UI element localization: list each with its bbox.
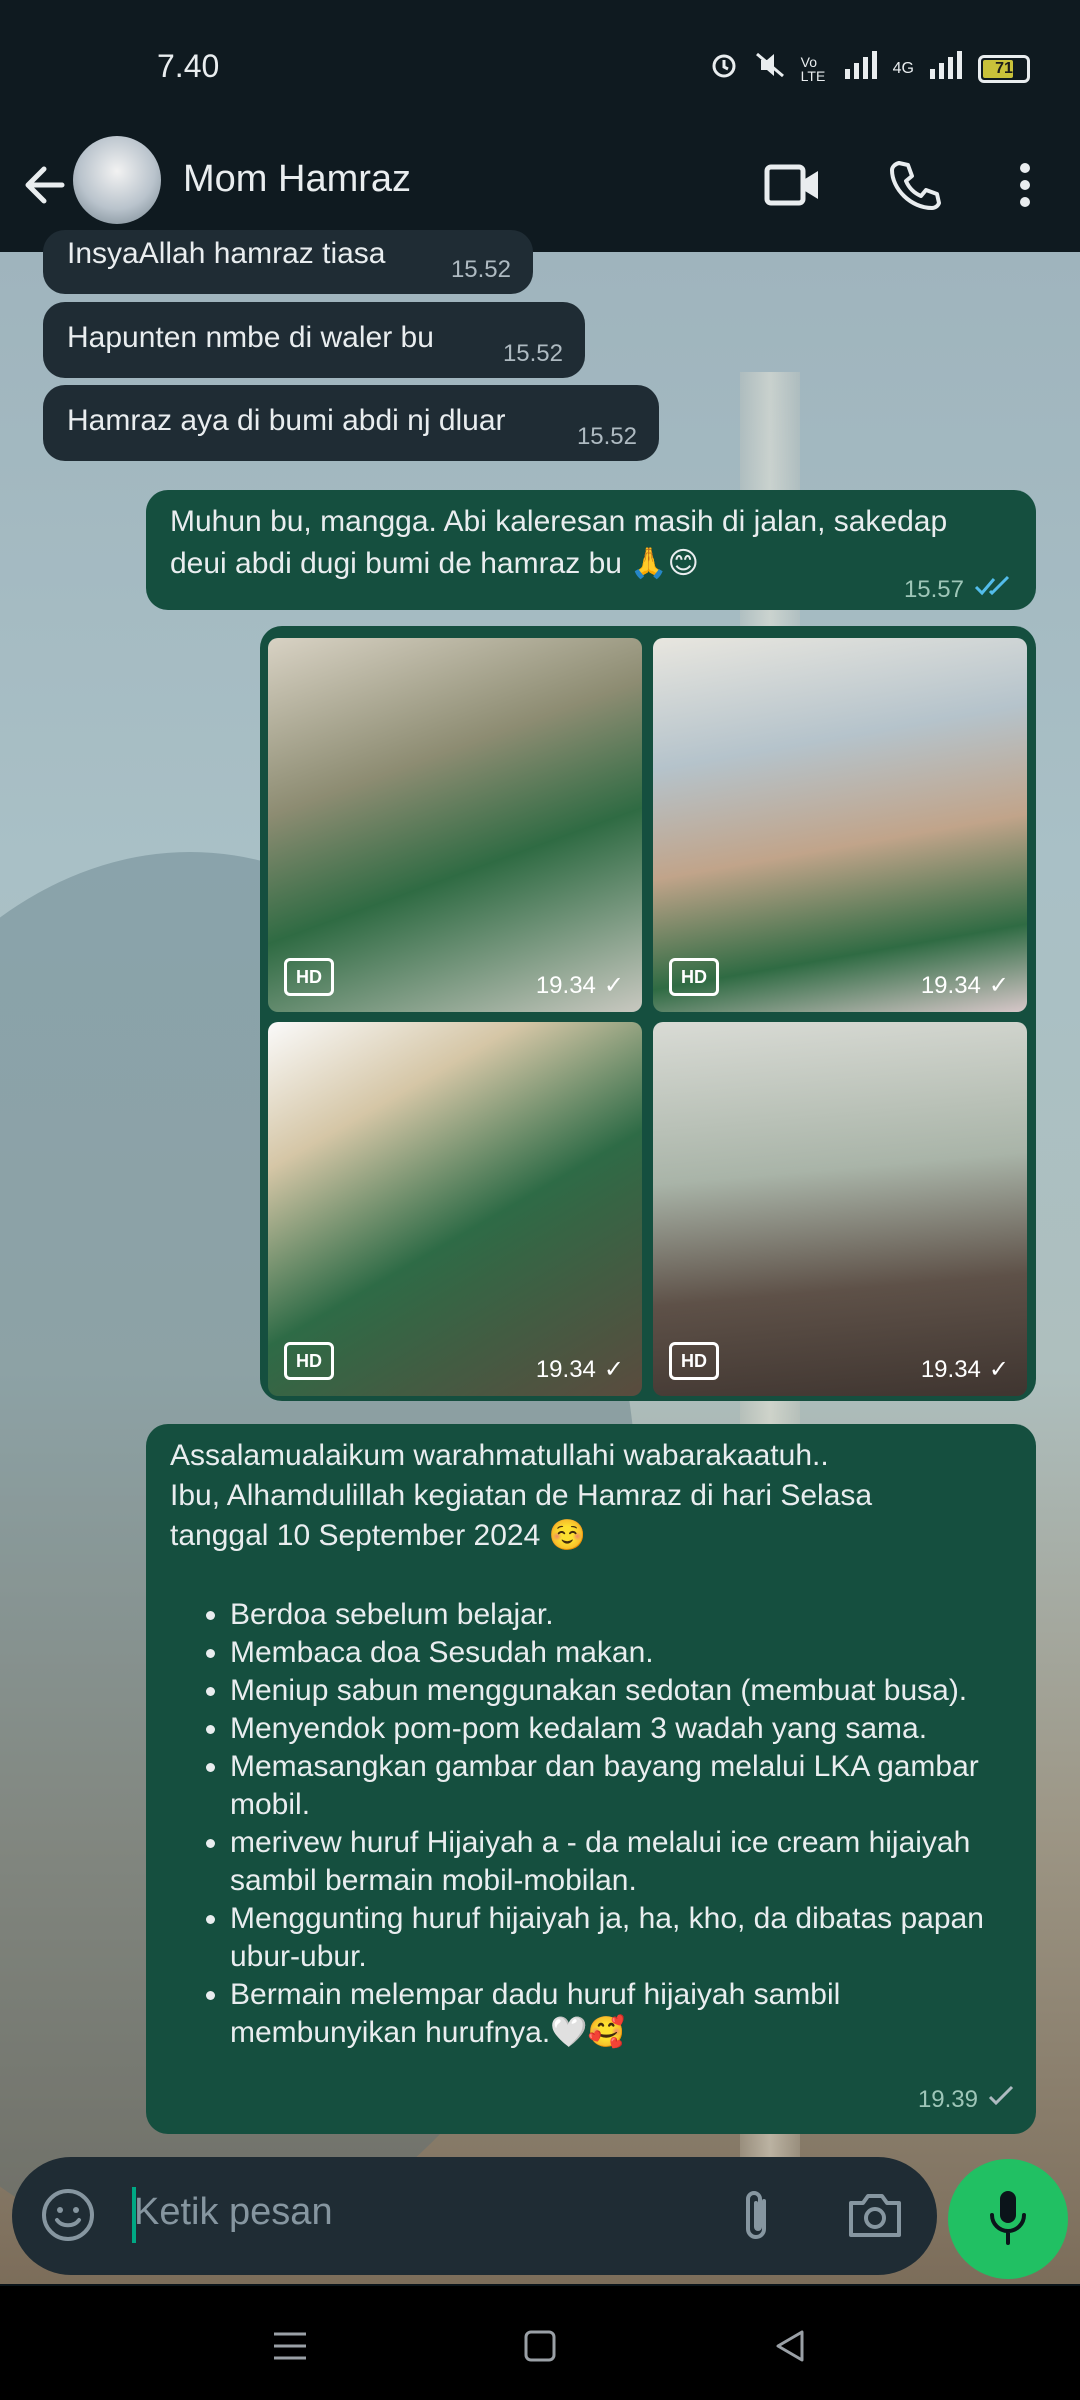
photo-time: 19.34 ✓ — [535, 971, 624, 1000]
message-text-line1: Muhun bu, mangga. Abi kaleresan masih di… — [170, 505, 948, 538]
outgoing-report-message[interactable]: Assalamualaikum warahmatullahi wabarakaa… — [146, 1424, 1036, 2134]
report-body: Assalamualaikum warahmatullahi wabarakaa… — [170, 1436, 996, 2052]
photo-thumbnail[interactable]: HD 19.34 ✓ — [268, 1022, 642, 1396]
message-text: Hamraz aya di bumi abdi nj dluar — [67, 404, 506, 437]
photo-thumbnail[interactable]: HD 19.34 ✓ — [653, 638, 1027, 1012]
hd-badge: HD — [669, 1342, 719, 1380]
list-item: Membaca doa Sesudah makan. — [230, 1634, 996, 1672]
activity-list: Berdoa sebelum belajar. Membaca doa Sesu… — [170, 1596, 996, 2052]
battery-icon: 71 — [978, 54, 1030, 83]
message-time: 15.52 — [450, 256, 511, 283]
microphone-icon — [988, 2189, 1028, 2250]
network-type: 4G — [892, 59, 914, 77]
list-item: Memasangkan gambar dan bayang melalui LK… — [230, 1748, 996, 1824]
list-item: Berdoa sebelum belajar. — [230, 1596, 996, 1634]
message-status: 15.57 — [904, 570, 1014, 610]
signal-icon — [843, 51, 879, 86]
report-greeting: Assalamualaikum warahmatullahi wabarakaa… — [170, 1439, 829, 1472]
mute-icon — [753, 50, 787, 87]
message-text: InsyaAllah hamraz tiasa — [67, 237, 386, 270]
back-arrow-icon[interactable] — [20, 150, 70, 220]
image-album[interactable]: HD 19.34 ✓ HD 19.34 ✓ HD 19.34 ✓ HD 19.34 ✓ — [260, 626, 1036, 1401]
signal-icon-2 — [928, 51, 964, 86]
check-icon: ✓ — [988, 972, 1009, 999]
recents-icon[interactable] — [260, 2316, 320, 2376]
message-text: Hapunten nmbe di waler bu — [67, 321, 434, 354]
status-icons: Vo LTE 4G 71 — [709, 50, 1030, 87]
message-composer[interactable]: Ketik pesan — [12, 2157, 937, 2275]
photo-thumbnail[interactable]: HD 19.34 ✓ — [653, 1022, 1027, 1396]
double-check-icon — [974, 570, 1014, 610]
list-item: Bermain melempar dadu huruf hijaiyah sam… — [230, 1976, 996, 2052]
photo-time: 19.34 ✓ — [920, 971, 1009, 1000]
outgoing-message[interactable]: Muhun bu, mangga. Abi kaleresan masih di… — [146, 490, 1036, 610]
message-time: 19.39 — [917, 2086, 978, 2113]
incoming-message[interactable]: Hamraz aya di bumi abdi nj dluar 15.52 — [43, 385, 659, 461]
list-item: Menyendok pom-pom kedalam 3 wadah yang s… — [230, 1710, 996, 1748]
phone-call-icon[interactable] — [880, 150, 950, 220]
alarm-icon — [709, 50, 739, 87]
contact-name[interactable]: Mom Hamraz — [183, 158, 411, 201]
camera-icon[interactable] — [845, 2187, 905, 2248]
hd-badge: HD — [669, 958, 719, 996]
more-options-icon[interactable] — [990, 150, 1060, 220]
check-icon: ✓ — [603, 972, 624, 999]
hd-badge: HD — [284, 1342, 334, 1380]
message-time: 15.57 — [903, 576, 964, 603]
message-time: 15.52 — [576, 423, 637, 450]
incoming-message[interactable]: Hapunten nmbe di waler bu 15.52 — [43, 302, 585, 378]
report-intro: Ibu, Alhamdulillah kegiatan de Hamraz di… — [170, 1479, 873, 1512]
incoming-message[interactable]: InsyaAllah hamraz tiasa 15.52 — [43, 230, 533, 294]
status-time: 7.40 — [157, 48, 220, 84]
photo-time: 19.34 ✓ — [535, 1355, 624, 1384]
video-call-icon[interactable] — [758, 150, 828, 220]
check-icon: ✓ — [603, 1356, 624, 1383]
list-item: Meniup sabun menggunakan sedotan (membua… — [230, 1672, 996, 1710]
system-nav-bar — [0, 2286, 1080, 2400]
check-icon — [988, 2080, 1014, 2120]
message-status: 19.39 — [918, 2080, 1014, 2120]
photo-thumbnail[interactable]: HD 19.34 ✓ — [268, 638, 642, 1012]
status-bar: 7.40 Vo LTE 4G 71 — [0, 0, 1080, 140]
hd-badge: HD — [284, 958, 334, 996]
avatar[interactable] — [73, 136, 161, 224]
list-item: merivew huruf Hijaiyah a - da melalui ic… — [230, 1824, 996, 1900]
emoji-icon[interactable] — [40, 2187, 96, 2248]
attach-icon[interactable] — [732, 2187, 782, 2252]
check-icon: ✓ — [988, 1356, 1009, 1383]
report-date: tanggal 10 September 2024 ☺️ — [170, 1519, 586, 1552]
photo-time: 19.34 ✓ — [920, 1355, 1009, 1384]
volte-icon: Vo LTE — [800, 53, 826, 84]
message-text-line2: deui abdi dugi bumi de hamraz bu 🙏😊 — [170, 547, 699, 580]
message-input[interactable]: Ketik pesan — [134, 2191, 333, 2234]
voice-record-button[interactable] — [948, 2159, 1068, 2279]
home-icon[interactable] — [510, 2316, 570, 2376]
message-time: 15.52 — [502, 340, 563, 367]
list-item: Menggunting huruf hijaiyah ja, ha, kho, … — [230, 1900, 996, 1976]
back-nav-icon[interactable] — [760, 2316, 820, 2376]
